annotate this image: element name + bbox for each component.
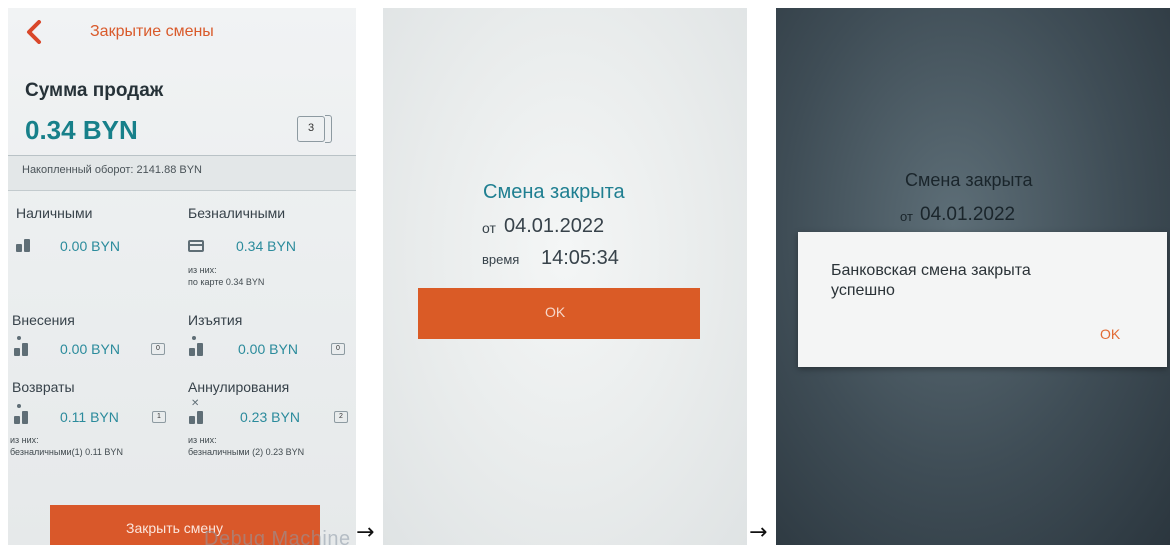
- return-arrow-icon: [17, 404, 21, 408]
- cancellations-label: Аннулирования: [188, 379, 290, 395]
- deposits-label: Внесения: [12, 312, 75, 328]
- sales-sum-label: Сумма продаж: [25, 80, 164, 101]
- card-icon: [188, 240, 204, 252]
- returns-label: Возвраты: [12, 379, 75, 395]
- cancellations-count-badge[interactable]: 2: [334, 411, 348, 423]
- cancellations-icon: [189, 410, 205, 424]
- returns-amount: 0.11 BYN: [60, 409, 119, 425]
- cancellations-note-detail: безналичными (2) 0.23 BYN: [188, 447, 305, 457]
- cashless-label: Безналичными: [188, 205, 286, 221]
- bank-shift-closed-dialog: Банковская смена закрыта успешно OK: [798, 232, 1167, 367]
- returns-icon: [14, 410, 30, 424]
- shift-date: 04.01.2022: [504, 215, 605, 237]
- cashless-amount: 0.34 BYN: [236, 238, 296, 254]
- cash-label: Наличными: [16, 205, 93, 221]
- sales-sum-value: 0.34 BYN: [25, 115, 138, 145]
- bank-shift-dialog-screen: Смена закрыта от 04.01.2022 Банковская с…: [776, 8, 1170, 545]
- page-title: Закрытие смены: [90, 23, 214, 40]
- deposits-amount: 0.00 BYN: [60, 341, 120, 357]
- dialog-message: Банковская смена закрыта успешно: [831, 262, 1031, 299]
- withdrawals-count-badge[interactable]: 0: [331, 343, 345, 355]
- cashless-note-heading: из них:: [188, 265, 217, 275]
- deposits-icon: [14, 342, 30, 356]
- cash-icon: [16, 238, 32, 252]
- app-header: Закрытие смены: [8, 8, 356, 58]
- date-prefix: от: [482, 220, 496, 236]
- dialog-ok-button[interactable]: OK: [1100, 326, 1120, 342]
- shift-closed-screen: Смена закрыта от 04.01.2022 время 14:05:…: [383, 8, 747, 545]
- shift-close-screen: Закрытие смены Сумма продаж 0.34 BYN 3 Н…: [8, 8, 356, 545]
- returns-count-badge[interactable]: 1: [152, 411, 166, 423]
- withdrawal-arrow-icon: [192, 336, 196, 340]
- shift-closed-title: Смена закрыта: [905, 170, 1033, 190]
- flow-arrow: →: [749, 520, 768, 545]
- returns-note-detail: безналичными(1) 0.11 BYN: [10, 447, 123, 457]
- shift-date: 04.01.2022: [920, 204, 1016, 225]
- time-prefix: время: [482, 252, 520, 267]
- deposit-arrow-icon: [17, 336, 21, 340]
- back-arrow-icon[interactable]: [24, 20, 44, 44]
- date-prefix: от: [900, 209, 913, 224]
- cancellations-note-heading: из них:: [188, 435, 217, 445]
- receipt-count-badge[interactable]: 3: [297, 115, 332, 143]
- ok-button-label: OK: [545, 304, 566, 320]
- flow-arrow: →: [356, 520, 375, 545]
- withdrawals-icon: [189, 342, 205, 356]
- cash-amount: 0.00 BYN: [60, 238, 120, 254]
- shift-time: 14:05:34: [541, 247, 619, 269]
- returns-note-heading: из них:: [10, 435, 39, 445]
- withdrawals-amount: 0.00 BYN: [238, 341, 298, 357]
- cancel-x-icon: ✕: [191, 398, 200, 409]
- accumulated-turnover: Накопленный оборот: 2141.88 BYN: [22, 164, 202, 176]
- deposits-count-badge[interactable]: 0: [151, 343, 165, 355]
- cashless-note-detail: по карте 0.34 BYN: [188, 277, 265, 287]
- withdrawals-label: Изъятия: [188, 312, 243, 328]
- shift-closed-title: Смена закрыта: [483, 181, 625, 203]
- debug-watermark: Debug Machine: [204, 528, 351, 545]
- cancellations-amount: 0.23 BYN: [240, 409, 300, 425]
